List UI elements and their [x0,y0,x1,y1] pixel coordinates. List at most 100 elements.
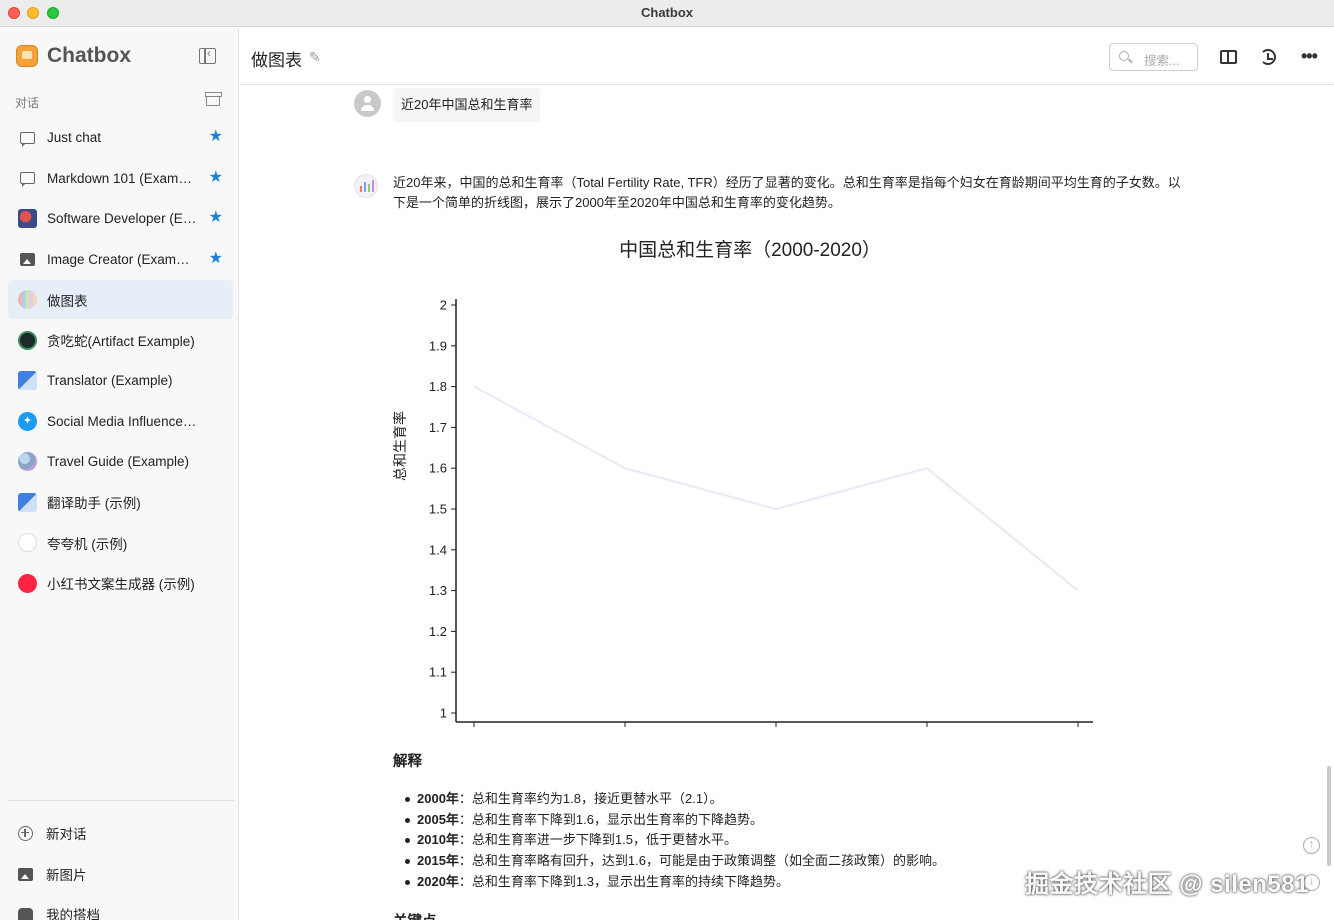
y-tick-label: 1.2 [429,624,447,639]
sidebar-divider [8,800,234,801]
chat-item-software-developer[interactable]: Software Developer (Example) ★ [8,199,233,238]
bullet-year: 2020年 [417,873,459,889]
bullet-text: ：总和生育率下降到1.3，显示出生育率的持续下降趋势。 [458,873,789,889]
user-message: 近20年中国总和生育率 [393,88,541,122]
my-partner-button[interactable]: 我的搭档 [18,904,100,920]
star-icon[interactable]: ★ [209,210,223,226]
chat-item-label: Software Developer (Example) [47,211,197,226]
explanation-list: 2000年：总和生育率约为1.8，接近更替水平（2.1）。 2005年 ：总和生育… [405,789,1117,893]
chat-header: 做图表 ✎ 搜索... ••• [240,28,1334,85]
chat-item-praise-bot[interactable]: 夸夸机 (示例) [8,523,233,562]
chat-item-label: Markdown 101 (Example) [47,170,197,186]
main-panel: 做图表 ✎ 搜索... ••• 近20年中国总和生育率 近20年来，中国的总和生… [240,28,1334,920]
y-tick-label: 1.1 [429,665,447,680]
chatbox-logo-icon [16,45,38,67]
chat-item-social-media-influencer[interactable]: ✦ Social Media Influencer (Example) [8,402,233,441]
list-item: 2015年：总和生育率略有回升，达到1.6，可能是由于政策调整（如全面二孩政策）… [405,851,1117,872]
chart-avatar-icon [18,290,37,309]
sidebar: Chatbox 对话 Just chat ★ Markdown 101 (Exa… [0,28,239,920]
assistant-intro: 近20年来，中国的总和生育率（Total Fertility Rate, TFR… [393,175,1181,210]
bullet-text: ：总和生育率约为1.8，接近更替水平（2.1）。 [458,791,723,806]
chat-item-label: 做图表 [47,293,88,309]
explanation-heading: 解释 [393,754,422,770]
chat-item-label: 小红书文案生成器 (示例) [47,577,195,592]
list-item: 2020年：总和生育率下降到1.3，显示出生育率的持续下降趋势。 [405,872,1117,893]
chat-item-translator[interactable]: Translator (Example) [8,361,233,400]
chat-item-snake-game[interactable]: 贪吃蛇(Artifact Example) [8,321,233,360]
history-icon[interactable] [1260,49,1276,65]
chat-bubble-icon [18,169,37,188]
image-icon [18,250,37,269]
scroll-to-top-icon[interactable]: ↑ [1303,837,1320,854]
chat-item-just-chat[interactable]: Just chat ★ [8,118,233,157]
developer-avatar-icon [18,209,37,228]
scrollbar[interactable] [1327,766,1331,866]
chat-item-travel-guide[interactable]: Travel Guide (Example) [8,442,233,481]
series-line [473,385,1079,592]
y-tick-label: 1.4 [429,542,447,557]
new-image-label: 新图片 [46,868,87,883]
y-tick-label: 1.6 [429,461,447,476]
more-options-icon[interactable]: ••• [1301,46,1318,67]
chat-item-label: Travel Guide (Example) [47,454,190,469]
chart-svg: 11.11.21.31.41.51.61.71.81.9220002005201… [429,298,1093,727]
chat-list: Just chat ★ Markdown 101 (Example) ★ Sof… [8,118,233,604]
search-input[interactable]: 搜索... [1109,43,1198,71]
y-tick-label: 1.9 [429,338,447,353]
robot-icon [18,907,33,920]
star-icon[interactable]: ★ [209,129,223,145]
translate-icon [18,492,37,512]
conversations-section-label: 对话 [15,96,40,110]
chat-item-xiaohongshu-generator[interactable]: 小红书文案生成器 (示例) [8,564,233,603]
snake-game-icon [18,330,37,350]
bullet-year: 2015年 [417,853,459,869]
star-icon[interactable]: ★ [209,169,223,186]
key-points-heading: 关键点 [393,910,437,920]
y-tick-label: 1.5 [429,502,447,517]
chat-item-make-chart[interactable]: 做图表 [8,280,233,319]
bullet-text: ：总和生育率进一步下降到1.5，低于更替水平。 [458,832,737,848]
watermark: 掘金技术社区 @ silen581 [1025,871,1309,898]
list-item: 2000年：总和生育率约为1.8，接近更替水平（2.1）。 [405,789,1117,810]
chat-item-label: Just chat [47,130,102,145]
chat-item-label: 翻译助手 (示例) [47,496,141,511]
bullet-year: 2010年 [417,832,459,848]
search-icon [1119,51,1129,61]
y-tick-label: 1.3 [429,583,447,598]
window-title: Chatbox [641,5,693,20]
cute-bot-icon [18,533,37,552]
new-chat-button[interactable]: 新对话 [18,823,87,843]
bullet-year: 2005年 [417,811,459,827]
xiaohongshu-icon [18,573,37,593]
line-chart: 中国总和生育率（2000-2020） 总和生育率 1 1.1 1.2 1.3 1.4 1.… [385,231,1115,731]
bullet-year: 2000年 [417,791,459,806]
toggle-artifact-panel-icon[interactable] [1220,50,1237,64]
chat-title: 做图表 [251,51,302,70]
image-icon [18,867,33,881]
chat-bubble-icon [18,128,37,147]
message-list: 近20年中国总和生育率 近20年来，中国的总和生育率（Total Fertili… [240,86,1334,920]
chat-item-image-creator[interactable]: Image Creator (Example) ★ [8,240,233,279]
new-chat-label: 新对话 [46,827,87,842]
y-tick-label: 1.8 [429,379,447,394]
collapse-sidebar-icon[interactable] [199,46,216,64]
chat-item-markdown-101[interactable]: Markdown 101 (Example) ★ [8,159,233,198]
globe-icon [18,452,37,471]
search-placeholder: 搜索... [1144,54,1180,68]
translate-icon [18,371,37,390]
chat-item-label: Image Creator (Example) [47,251,197,267]
brand: Chatbox [16,44,131,68]
star-icon[interactable]: ★ [209,250,223,267]
y-tick-label: 1.7 [429,420,447,435]
chat-item-translation-assistant[interactable]: 翻译助手 (示例) [8,483,233,522]
user-avatar-icon [354,90,381,117]
archive-icon[interactable] [205,92,222,106]
y-tick-label: 2 [440,298,447,313]
y-tick-label: 1 [440,706,447,721]
bullet-text: ：总和生育率略有回升，达到1.6，可能是由于政策调整（如全面二孩政策）的影响。 [458,853,945,869]
chat-item-label: Translator (Example) [47,373,173,388]
plus-circle-icon [18,825,33,841]
edit-title-icon[interactable]: ✎ [309,49,321,66]
new-image-button[interactable]: 新图片 [18,864,87,884]
list-item: 2010年：总和生育率进一步下降到1.5，低于更替水平。 [405,830,1117,851]
